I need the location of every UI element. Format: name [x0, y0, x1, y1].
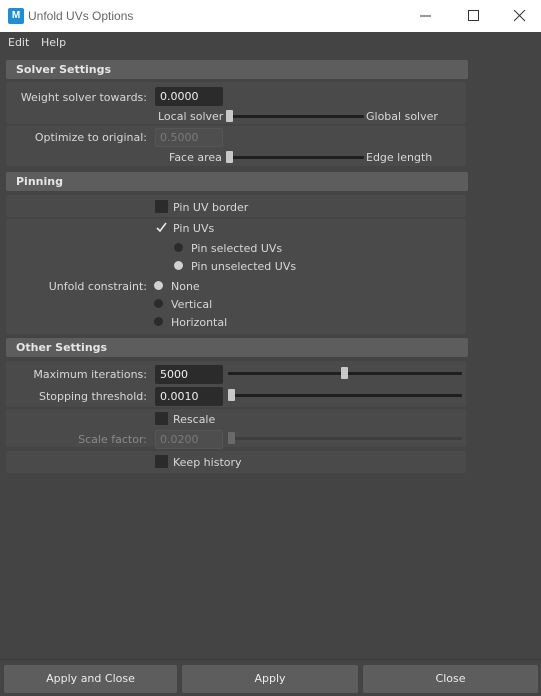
- pin-uv-border-checkbox[interactable]: [155, 200, 168, 213]
- optimize-label: Optimize to original:: [34, 131, 147, 144]
- weight-solver-label: Weight solver towards:: [20, 91, 147, 104]
- constraint-none-radio[interactable]: [154, 281, 163, 290]
- pin-selected-uvs-radio[interactable]: [174, 243, 183, 252]
- edge-length-label: Edge length: [366, 151, 433, 164]
- other-settings-header[interactable]: Other Settings: [6, 338, 468, 357]
- optimize-slider[interactable]: [228, 156, 364, 159]
- stopping-threshold-slider-thumb[interactable]: [228, 389, 235, 401]
- global-solver-label: Global solver: [366, 110, 438, 123]
- max-iterations-field[interactable]: [155, 365, 223, 384]
- menu-bar: Edit Help: [0, 32, 541, 53]
- weight-solver-slider[interactable]: [228, 115, 364, 118]
- constraint-none-label: None: [171, 280, 200, 293]
- weight-solver-field[interactable]: [155, 87, 223, 106]
- maximize-button[interactable]: [451, 0, 497, 32]
- close-button[interactable]: Close: [363, 665, 538, 693]
- footer-separator: [0, 659, 541, 660]
- scale-factor-label: Scale factor:: [78, 433, 147, 446]
- keep-history-checkbox[interactable]: [155, 455, 168, 468]
- keep-history-label: Keep history: [173, 456, 242, 469]
- max-iterations-label: Maximum iterations:: [33, 368, 147, 381]
- scale-factor-field[interactable]: [155, 430, 223, 449]
- menu-edit[interactable]: Edit: [8, 36, 29, 49]
- pin-uvs-label: Pin UVs: [173, 222, 215, 235]
- pin-unselected-uvs-label: Pin unselected UVs: [191, 260, 297, 273]
- close-window-button[interactable]: [497, 0, 541, 32]
- apply-button[interactable]: Apply: [182, 665, 358, 693]
- maya-app-icon: M: [8, 8, 24, 24]
- maximize-icon: [468, 10, 479, 21]
- pinning-header[interactable]: Pinning: [6, 172, 468, 191]
- menu-help[interactable]: Help: [41, 36, 66, 49]
- pin-unselected-uvs-radio[interactable]: [174, 261, 183, 270]
- pin-uv-border-label: Pin UV border: [173, 201, 249, 214]
- rescale-label: Rescale: [173, 413, 216, 426]
- optimize-slider-thumb[interactable]: [226, 151, 233, 163]
- weight-solver-slider-thumb[interactable]: [226, 110, 233, 122]
- stopping-threshold-slider[interactable]: [228, 394, 462, 397]
- local-solver-label: Local solver: [158, 110, 224, 123]
- stopping-threshold-field[interactable]: [155, 387, 223, 406]
- close-icon: [514, 10, 526, 22]
- scale-factor-slider[interactable]: [228, 437, 462, 440]
- pin-uvs-group: [6, 219, 466, 334]
- minimize-button[interactable]: [403, 0, 449, 32]
- face-area-label: Face area: [169, 151, 222, 164]
- optimize-field[interactable]: [155, 128, 223, 147]
- constraint-vertical-radio[interactable]: [154, 299, 163, 308]
- solver-settings-header[interactable]: Solver Settings: [6, 60, 468, 79]
- constraint-horizontal-radio[interactable]: [154, 317, 163, 326]
- max-iterations-slider-thumb[interactable]: [341, 367, 348, 379]
- stopping-threshold-label: Stopping threshold:: [38, 390, 147, 403]
- checkmark-icon: [156, 222, 167, 233]
- unfold-constraint-label: Unfold constraint:: [48, 280, 147, 293]
- apply-and-close-button[interactable]: Apply and Close: [4, 665, 177, 693]
- rescale-checkbox[interactable]: [155, 412, 168, 425]
- pin-uvs-checkbox[interactable]: [155, 221, 168, 234]
- window-title: Unfold UVs Options: [28, 9, 134, 23]
- minimize-icon: [420, 15, 431, 17]
- constraint-vertical-label: Vertical: [171, 298, 213, 311]
- title-bar: M Unfold UVs Options: [0, 0, 541, 32]
- scale-factor-slider-thumb[interactable]: [228, 432, 235, 444]
- pin-selected-uvs-label: Pin selected UVs: [191, 242, 283, 255]
- constraint-horizontal-label: Horizontal: [171, 316, 228, 329]
